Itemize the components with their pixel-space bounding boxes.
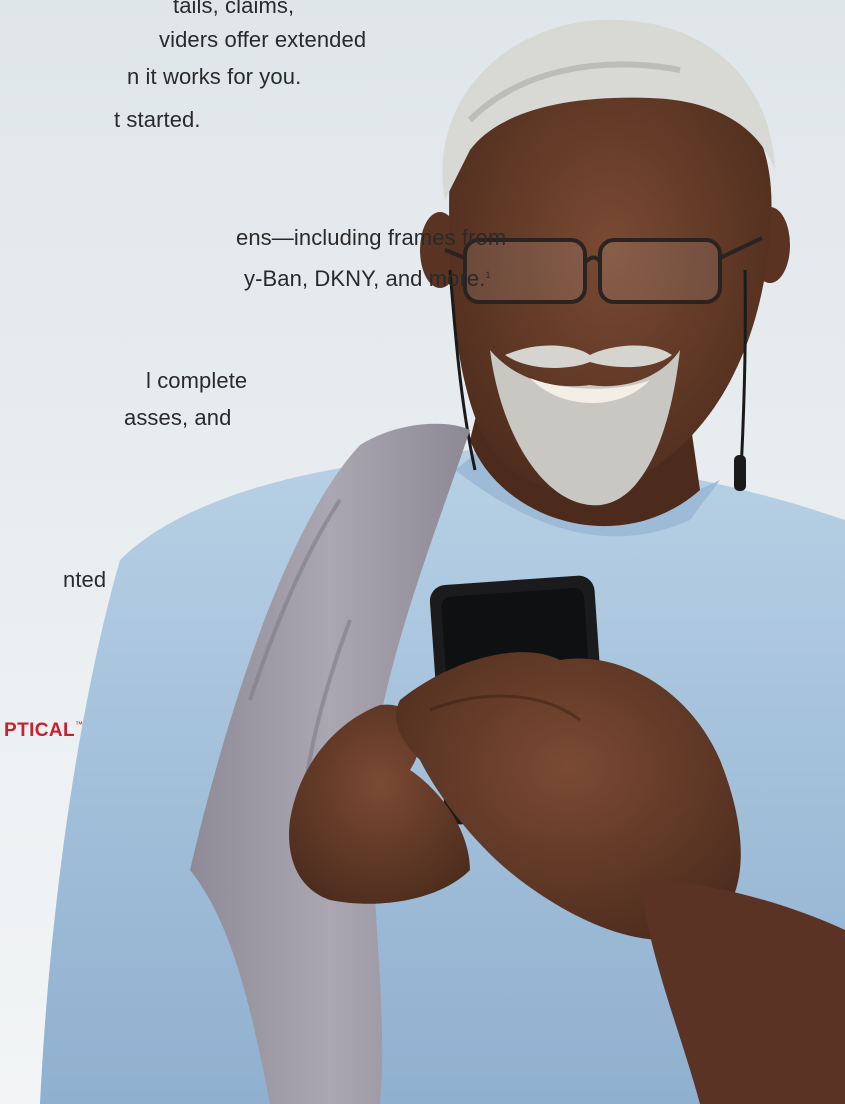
body-line: viders offer extended [159,27,367,52]
footnote-marker: 1 [485,270,491,280]
article-text: tails, claims, viders offer extended n i… [0,0,845,1104]
body-line: l complete [146,368,248,393]
body-line: ens—including frames from [236,225,507,250]
body-line-text: y-Ban, DKNY, and more. [244,266,486,291]
body-line: nted [63,567,107,592]
brand-logo-text: PTICAL™ [4,720,83,742]
trademark-mark: ™ [75,720,84,729]
body-line: n it works for you. [127,64,302,89]
body-line: t started. [114,107,201,132]
brand-name: PTICAL [4,720,76,741]
body-line: asses, and [124,405,232,430]
body-line: tails, claims, [173,0,295,18]
body-line: y-Ban, DKNY, and more.1 [244,261,491,293]
